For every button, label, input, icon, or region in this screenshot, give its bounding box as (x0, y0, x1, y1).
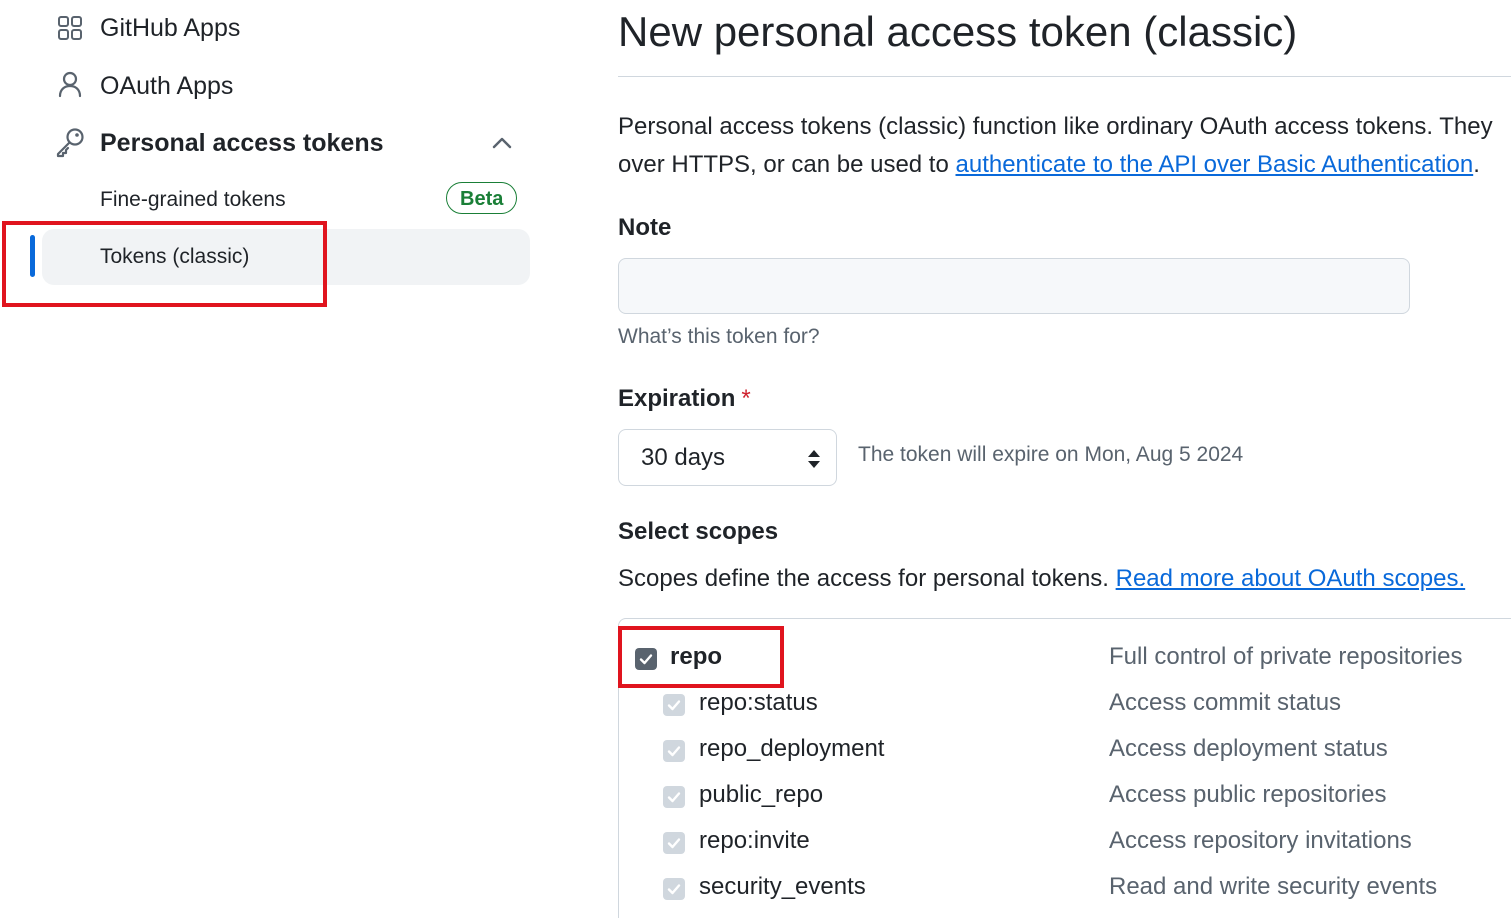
scope-row-public-repo: public_repo Access public repositories (619, 781, 1511, 821)
scopes-description: Scopes define the access for personal to… (618, 565, 1465, 593)
required-mark: * (741, 385, 751, 412)
scope-name: security_events (699, 873, 866, 900)
description-line-1: Personal access tokens (classic) functio… (618, 113, 1493, 140)
scopes-description-text: Scopes define the access for personal to… (618, 565, 1116, 592)
sidebar-item-label: OAuth Apps (100, 72, 234, 100)
title-divider (618, 76, 1511, 77)
public-repo-checkbox[interactable] (663, 786, 685, 808)
oauth-scopes-link[interactable]: Read more about OAuth scopes. (1116, 565, 1466, 592)
security-events-checkbox[interactable] (663, 878, 685, 900)
scope-name: repo:invite (699, 827, 810, 854)
sidebar-subitem-label: Fine-grained tokens (100, 188, 286, 211)
scope-description: Access repository invitations (1109, 827, 1412, 854)
scope-row-repo-status: repo:status Access commit status (619, 689, 1511, 729)
description-line-2: over HTTPS, or can be used to authentica… (618, 146, 1511, 184)
expiration-select[interactable]: 30 days (618, 429, 837, 486)
expiration-label: Expiration * (618, 385, 751, 413)
expiration-label-text: Expiration (618, 385, 736, 412)
scope-description: Access deployment status (1109, 735, 1388, 762)
scope-description: Access public repositories (1109, 781, 1387, 808)
scope-name: repo_deployment (699, 735, 885, 762)
scope-row-repo-deployment: repo_deployment Access deployment status (619, 735, 1511, 775)
page: GitHub Apps OAuth Apps Personal access t… (0, 0, 1511, 918)
page-title: New personal access token (classic) (618, 8, 1298, 55)
apps-grid-icon (58, 16, 82, 40)
sidebar-subitem-label: Tokens (classic) (100, 245, 250, 268)
expiration-note: The token will expire on Mon, Aug 5 2024 (858, 443, 1244, 466)
note-hint: What’s this token for? (618, 325, 820, 348)
chevron-up-icon[interactable] (490, 131, 514, 155)
scope-description: Access commit status (1109, 689, 1342, 716)
page-description: Personal access tokens (classic) functio… (618, 108, 1511, 184)
scope-name: repo (670, 643, 723, 670)
scope-row-repo: repo Full control of private repositorie… (619, 619, 1511, 670)
checkmark-icon (667, 746, 681, 757)
repo-checkbox[interactable] (635, 648, 657, 670)
scope-row-repo-invite: repo:invite Access repository invitation… (619, 827, 1511, 867)
active-indicator (30, 235, 35, 277)
scope-name: repo:status (699, 689, 818, 716)
expiration-value: 30 days (641, 444, 726, 471)
checkmark-icon (639, 654, 653, 665)
note-input[interactable] (618, 258, 1410, 314)
sidebar-subitem-tokens-classic[interactable]: Tokens (classic) (42, 229, 530, 285)
repo-invite-checkbox[interactable] (663, 832, 685, 854)
repo-deployment-checkbox[interactable] (663, 740, 685, 762)
scopes-label: Select scopes (618, 518, 779, 545)
main-content: New personal access token (classic) Pers… (618, 0, 1511, 918)
key-icon (56, 128, 84, 158)
person-icon (58, 71, 82, 98)
select-arrows-icon (808, 450, 820, 468)
beta-badge: Beta (446, 182, 518, 214)
checkmark-icon (667, 792, 681, 803)
sidebar-item-label: Personal access tokens (100, 129, 384, 157)
sidebar-item-label: GitHub Apps (100, 14, 241, 42)
checkmark-icon (667, 884, 681, 895)
checkmark-icon (667, 838, 681, 849)
scope-row-security-events: security_events Read and write security … (619, 873, 1511, 913)
scope-description: Full control of private repositories (1109, 643, 1463, 670)
settings-sidebar: GitHub Apps OAuth Apps Personal access t… (0, 0, 560, 918)
scopes-table: repo Full control of private repositorie… (618, 618, 1511, 918)
repo-status-checkbox[interactable] (663, 694, 685, 716)
note-label: Note (618, 214, 672, 241)
description-period: . (1473, 151, 1480, 178)
sidebar-subitem-fine-grained-tokens[interactable]: Fine-grained tokens Beta (42, 172, 530, 228)
scope-description: Read and write security events (1109, 873, 1438, 900)
basic-auth-link[interactable]: authenticate to the API over Basic Authe… (956, 151, 1474, 178)
sidebar-item-personal-access-tokens[interactable]: Personal access tokens (0, 124, 530, 162)
scope-name: public_repo (699, 781, 824, 808)
description-text: over HTTPS, or can be used to (618, 151, 956, 178)
checkmark-icon (667, 700, 681, 711)
